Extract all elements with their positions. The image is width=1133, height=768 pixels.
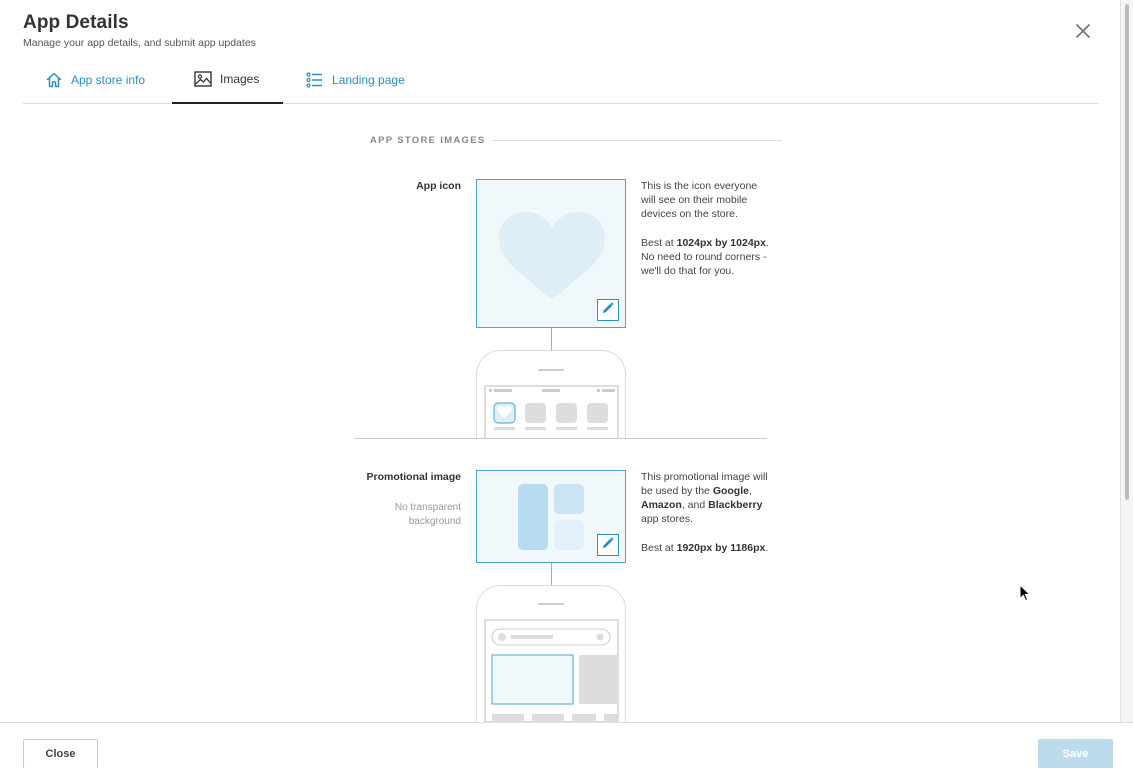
close-button[interactable]: Close (23, 739, 98, 768)
save-button[interactable]: Save (1038, 739, 1113, 768)
home-icon (45, 71, 63, 89)
tab-app-store-info[interactable]: App store info (45, 56, 145, 104)
promo-image-description: This promotional image will be used by t… (641, 470, 771, 555)
tab-label: Images (220, 72, 260, 86)
best-size: 1920px by 1186px (676, 542, 766, 554)
app-icon-best-size: Best at 1024px by 1024px. (641, 236, 771, 250)
promo-sep: , (748, 485, 752, 497)
list-icon (306, 72, 324, 88)
promo-image-preview[interactable] (476, 470, 626, 563)
page-title: App Details (23, 12, 129, 33)
scrollbar-thumb[interactable] (1125, 4, 1129, 500)
tab-landing-page[interactable]: Landing page (306, 56, 405, 104)
app-icon-description: This is the icon everyone will see on th… (641, 179, 771, 278)
scrollbar[interactable] (1120, 0, 1133, 722)
app-icon-desc-note: No need to round corners - we'll do that… (641, 251, 767, 277)
pencil-icon (602, 301, 614, 319)
phone-store-mockup (476, 585, 626, 727)
footer: Close Save (0, 722, 1133, 768)
layout-placeholder-icon (518, 484, 585, 555)
app-icon-label: App icon (416, 180, 461, 192)
tab-bar: App store info Images Landing page (23, 56, 1099, 104)
section-heading: APP STORE IMAGES (370, 135, 782, 146)
promo-best-size: Best at 1920px by 1186px. (641, 541, 771, 555)
edit-app-icon-button[interactable] (597, 299, 619, 321)
row-divider (354, 438, 767, 439)
section-rule (493, 140, 782, 141)
tab-label: App store info (71, 73, 146, 87)
store-google: Google (712, 485, 749, 497)
heart-icon (499, 212, 605, 307)
page-subtitle: Manage your app details, and submit app … (23, 37, 256, 49)
store-blackberry: Blackberry (708, 499, 763, 511)
promo-image-sublabel: No transparent background (394, 502, 461, 527)
tab-images[interactable]: Images (172, 56, 283, 104)
tab-label: Landing page (332, 73, 405, 87)
image-icon (194, 71, 212, 87)
app-icon-preview[interactable] (476, 179, 626, 328)
best-prefix: Best at (641, 237, 677, 249)
promo-sep: , and (681, 499, 709, 511)
best-suffix: . (765, 542, 769, 554)
edit-promo-image-button[interactable] (597, 534, 619, 556)
promo-image-label: Promotional image (366, 471, 461, 483)
promo-desc-suffix: app stores. (641, 513, 693, 525)
store-amazon: Amazon (641, 499, 682, 511)
pencil-icon (602, 536, 614, 554)
best-size: 1024px by 1024px (676, 237, 766, 249)
phone-home-mockup (476, 350, 626, 444)
close-icon[interactable] (1074, 22, 1092, 40)
section-heading-text: APP STORE IMAGES (370, 135, 486, 146)
header: App Details Manage your app details, and… (23, 12, 256, 49)
best-prefix: Best at (641, 542, 677, 554)
promo-stores-text: This promotional image will be used by t… (641, 470, 771, 526)
best-suffix: . (765, 237, 769, 249)
app-icon-desc-line: This is the icon everyone will see on th… (641, 180, 758, 220)
mouse-cursor-icon (1019, 583, 1032, 607)
